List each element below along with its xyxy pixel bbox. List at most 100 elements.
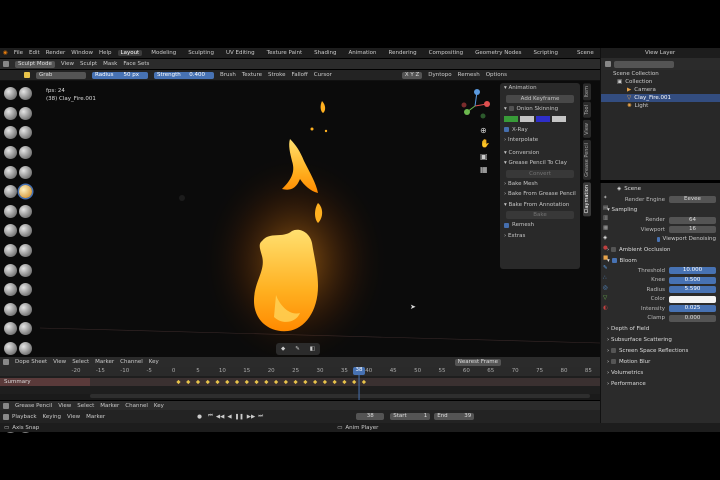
tab-tool[interactable]: Tool — [583, 102, 591, 119]
intensity-field[interactable]: 0.025 — [669, 305, 716, 313]
flatten-brush-icon[interactable] — [4, 185, 17, 199]
gp-to-clay-row[interactable]: ▾ Grease Pencil To Clay — [500, 158, 580, 169]
cursor-dropdown[interactable]: Cursor — [314, 72, 332, 78]
scrape-brush-icon[interactable] — [19, 204, 32, 218]
jump-start-icon[interactable]: ⏮ — [208, 413, 213, 420]
jump-end-icon[interactable]: ⏭ — [258, 413, 263, 420]
bloom-color-swatch[interactable] — [669, 295, 716, 303]
onion-before-color[interactable] — [504, 116, 518, 123]
play-reverse-icon[interactable]: ◀ — [227, 414, 231, 420]
onion-after-color[interactable] — [536, 116, 550, 123]
mode-selector[interactable]: Sculpt Mode — [15, 60, 55, 68]
timeline-mode[interactable]: Grease Pencil — [15, 403, 52, 409]
tab-modeling[interactable]: Modeling — [148, 50, 179, 56]
keying-menu[interactable]: Keying — [43, 414, 61, 420]
tab-layout[interactable]: Layout — [117, 50, 143, 56]
render-engine-select[interactable]: Eevee — [669, 196, 716, 204]
menu-file[interactable]: File — [14, 50, 23, 56]
menu-edit[interactable]: Edit — [29, 50, 40, 56]
modifier-props-icon[interactable]: ✎ — [603, 265, 613, 271]
hand-pan-icon[interactable]: ✋ — [480, 139, 490, 148]
elastic-deform-brush-icon[interactable] — [4, 244, 17, 258]
draw-sharp-brush-icon[interactable] — [19, 87, 32, 101]
tab-view[interactable]: View — [583, 120, 591, 138]
end-frame-field[interactable]: End 39 — [434, 413, 475, 420]
menu-view[interactable]: View — [61, 61, 74, 67]
slide-relax-brush-icon[interactable] — [4, 302, 17, 316]
menu-sculpt[interactable]: Sculpt — [80, 61, 97, 67]
ds-menu-key[interactable]: Key — [149, 359, 159, 365]
outliner-row-scene-collection[interactable]: Scene Collection — [601, 70, 720, 78]
render-samples-field[interactable]: 64 — [669, 216, 716, 224]
tl-menu-key[interactable]: Key — [154, 403, 164, 409]
current-frame-field[interactable]: 38 — [356, 413, 385, 420]
blender-logo-icon[interactable]: ◉ — [3, 50, 8, 56]
output-props-icon[interactable]: ▥ — [603, 215, 613, 221]
outliner-row-light[interactable]: ✺ Light — [601, 102, 720, 110]
add-keyframe-button[interactable]: Add Keyframe — [506, 94, 574, 103]
tool-props-icon[interactable]: ✦ — [603, 195, 613, 201]
view-layer-label[interactable]: View Layer — [645, 50, 675, 56]
motion-blur-checkbox[interactable] — [610, 359, 616, 364]
render-props-icon[interactable]: ▤ — [603, 205, 613, 211]
cloth-brush-icon[interactable] — [4, 322, 17, 336]
navigation-gizmo[interactable] — [455, 86, 495, 126]
performance-section[interactable]: › Performance — [601, 378, 720, 389]
tab-texture-paint[interactable]: Texture Paint — [264, 50, 306, 56]
world-props-icon[interactable]: ● — [603, 245, 613, 251]
dopesheet-body[interactable]: Summary -20 -15 -10 -5 0 5 10 15 20 25 30 35 40 45 50 5… — [0, 367, 600, 400]
bake-from-gp-row[interactable]: › Bake From Grease Pencil — [500, 189, 580, 200]
strength-field[interactable]: Strength 0.400 — [154, 71, 214, 79]
radius-field[interactable]: Radius 50 px — [92, 71, 148, 79]
boundary-brush-icon[interactable] — [19, 302, 32, 316]
menu-face-sets[interactable]: Face Sets — [123, 61, 149, 67]
crease-brush-icon[interactable] — [4, 165, 17, 179]
tab-scripting[interactable]: Scripting — [531, 50, 561, 56]
simplify-brush-icon[interactable] — [19, 322, 32, 336]
motion-blur-section[interactable]: › Motion Blur — [601, 356, 720, 367]
draw-tool-icon[interactable]: ◆ — [281, 346, 285, 352]
dyntopo-dropdown[interactable]: Dyntopo — [428, 72, 451, 78]
erase-tool-icon[interactable]: ◧ — [310, 346, 315, 352]
dopesheet-mode[interactable]: Dope Sheet — [15, 359, 47, 365]
nudge-brush-icon[interactable] — [4, 283, 17, 297]
physics-props-icon[interactable]: ◎ — [603, 285, 613, 291]
onion-before-swatch[interactable] — [520, 116, 534, 123]
snap-mode-select[interactable]: Nearest Frame — [454, 358, 502, 366]
brush-name-field[interactable]: Grab — [36, 71, 86, 79]
bake-from-anim-row[interactable]: ▾ Bake From Annotation — [500, 200, 580, 211]
clay-strips-brush-icon[interactable] — [19, 106, 32, 120]
material-props-icon[interactable]: ◐ — [603, 305, 613, 311]
tab-rendering[interactable]: Rendering — [386, 50, 420, 56]
ds-menu-marker[interactable]: Marker — [95, 359, 114, 365]
viewport-samples-field[interactable]: 16 — [669, 226, 716, 234]
clay-brush-icon[interactable] — [4, 106, 17, 120]
bloom-section[interactable]: ▾ Bloom — [601, 255, 720, 266]
texture-dropdown[interactable]: Texture — [242, 72, 262, 78]
threshold-field[interactable]: 10.000 — [669, 267, 716, 275]
data-props-icon[interactable]: ▽ — [603, 295, 613, 301]
inflate-brush-icon[interactable] — [4, 146, 17, 160]
outliner-row-clay-fire[interactable]: ▽ Clay_Fire.001 — [601, 94, 720, 102]
particles-props-icon[interactable]: ∴ — [603, 275, 613, 281]
remesh-checkbox[interactable] — [504, 222, 509, 228]
stroke-dropdown[interactable]: Stroke — [268, 72, 286, 78]
draw-brush-icon[interactable] — [4, 87, 17, 101]
dopesheet-editor-icon[interactable] — [3, 359, 9, 365]
scene-props-icon[interactable]: ◈ — [603, 235, 613, 241]
falloff-dropdown[interactable]: Falloff — [292, 72, 308, 78]
symmetry-xyz[interactable]: X Y Z — [401, 71, 423, 79]
timeline-icon[interactable] — [3, 413, 9, 420]
timeline-editor-icon[interactable] — [3, 402, 9, 409]
editor-type-icon[interactable] — [3, 61, 9, 67]
mask-brush-icon[interactable] — [4, 342, 17, 356]
xray-row[interactable]: X-Ray — [500, 125, 580, 136]
scene-selector[interactable]: Scene — [577, 50, 594, 56]
summary-channel[interactable]: Summary — [4, 379, 31, 385]
start-frame-field[interactable]: Start 1 — [390, 413, 431, 420]
multiplane-scrape-brush-icon[interactable] — [4, 224, 17, 238]
view-menu[interactable]: View — [67, 414, 80, 420]
grab-brush-icon[interactable] — [19, 185, 32, 199]
denoise-row[interactable]: Viewport Denoising — [601, 235, 720, 245]
dof-section[interactable]: › Depth of Field — [601, 323, 720, 334]
